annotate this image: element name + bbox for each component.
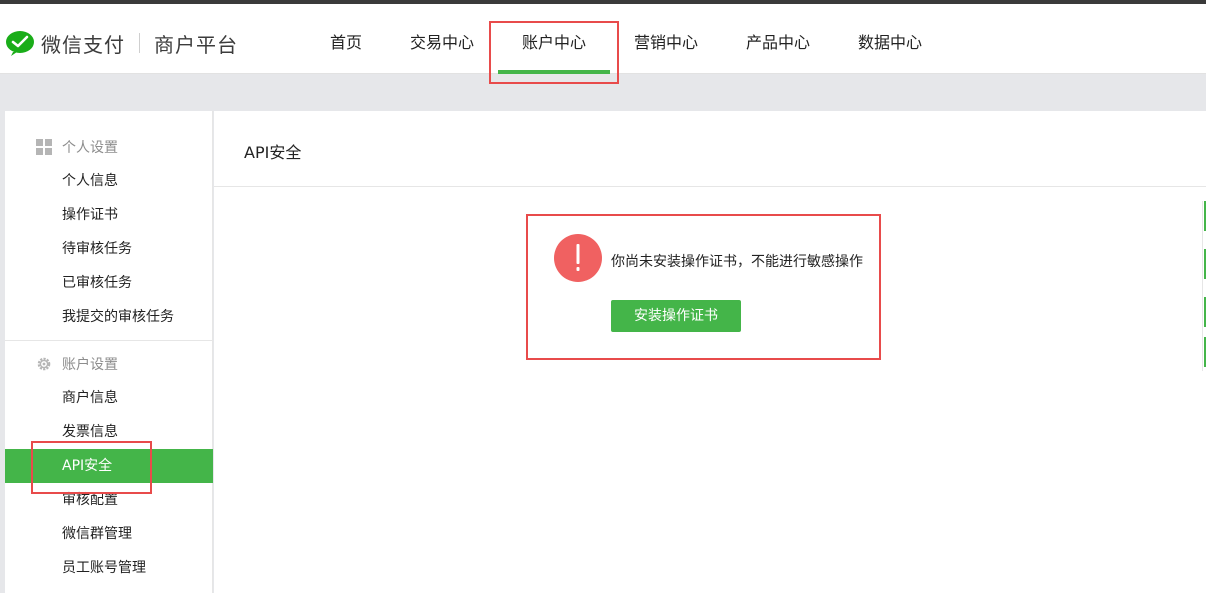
active-nav-underline [498, 70, 610, 74]
gear-icon [37, 357, 51, 371]
sidebar-divider [5, 340, 213, 341]
nav-marketing[interactable]: 营销中心 [633, 4, 699, 74]
sidebar-group-title: 账户设置 [62, 357, 118, 373]
wechat-pay-logo-icon [6, 31, 34, 56]
nav-home[interactable]: 首页 [329, 4, 363, 74]
install-certificate-button[interactable]: 安装操作证书 [611, 300, 741, 332]
sidebar-item-pending-review[interactable]: 待审核任务 [5, 232, 213, 266]
sidebar-item-api-security[interactable]: API安全 [5, 449, 213, 483]
sidebar-group-account: 账户设置 [5, 347, 213, 381]
nav-label: 首页 [329, 33, 362, 52]
nav-products[interactable]: 产品中心 [745, 4, 811, 74]
title-divider [214, 186, 1206, 187]
grid-icon [36, 139, 52, 155]
nav-label: 产品中心 [745, 33, 810, 52]
sidebar-item-review-config[interactable]: 审核配置 [5, 483, 213, 517]
nav-label: 账户中心 [521, 33, 586, 52]
brand-separator [139, 33, 140, 53]
nav-transactions[interactable]: 交易中心 [409, 4, 475, 74]
exclamation-icon [554, 234, 602, 282]
sidebar-item-staff-accounts[interactable]: 员工账号管理 [5, 551, 213, 585]
brand-subtitle: 商户平台 [154, 32, 238, 57]
brand-name: 微信支付 [41, 32, 125, 57]
sidebar-item-merchant-info[interactable]: 商户信息 [5, 381, 213, 415]
notice-message: 你尚未安装操作证书，不能进行敏感操作 [611, 254, 863, 270]
sidebar: 个人设置 个人信息 操作证书 待审核任务 已审核任务 我提交的审核任务 账户设置… [5, 111, 213, 593]
sidebar-item-reviewed[interactable]: 已审核任务 [5, 266, 213, 300]
brand-logo[interactable]: 微信支付 商户平台 [5, 28, 238, 58]
sidebar-item-invoice-info[interactable]: 发票信息 [5, 415, 213, 449]
nav-data[interactable]: 数据中心 [857, 4, 923, 74]
nav-label: 数据中心 [857, 33, 922, 52]
sidebar-item-wechat-group[interactable]: 微信群管理 [5, 517, 213, 551]
sidebar-group-title: 个人设置 [62, 140, 118, 156]
page-title: API安全 [244, 143, 302, 162]
nav-account-center[interactable]: 账户中心 [498, 4, 610, 74]
nav-label: 营销中心 [633, 33, 698, 52]
sidebar-group-personal: 个人设置 [5, 130, 213, 164]
nav-label: 交易中心 [409, 33, 474, 52]
sidebar-item-personal-info[interactable]: 个人信息 [5, 164, 213, 198]
scroll-indicator[interactable] [1202, 201, 1206, 371]
sidebar-item-certificate[interactable]: 操作证书 [5, 198, 213, 232]
sidebar-item-my-submissions[interactable]: 我提交的审核任务 [5, 300, 213, 334]
